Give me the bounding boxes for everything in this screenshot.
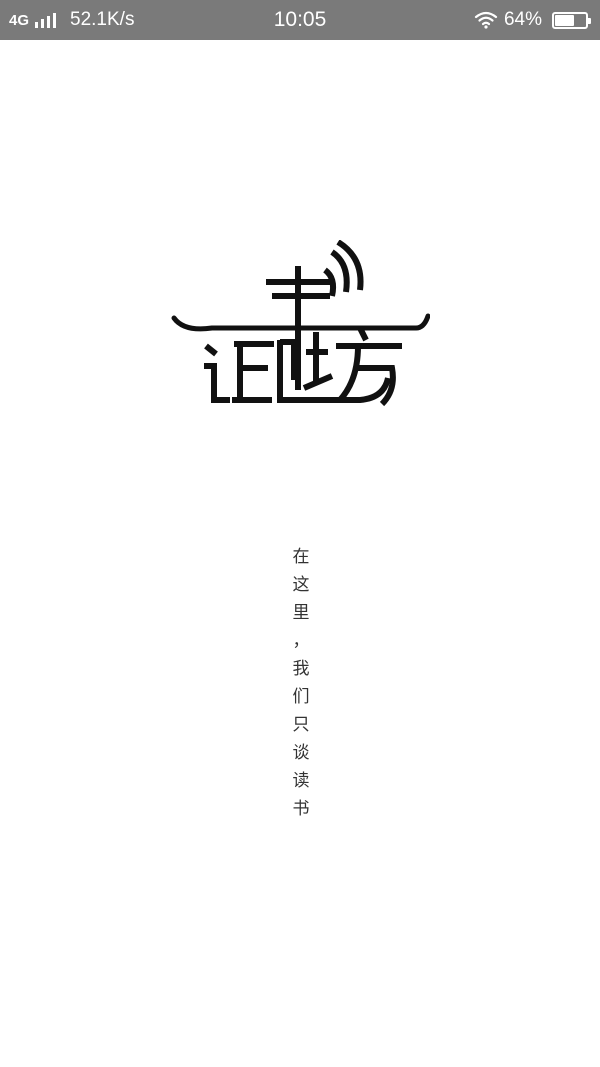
battery-icon xyxy=(552,11,591,29)
status-right: 64% xyxy=(474,0,591,40)
app-logo xyxy=(171,240,430,407)
tagline-char: 在 xyxy=(292,547,310,567)
splash-screen: 4G 52.1K/s 10:05 64% 在 这 里 ， 我 们 只 谈 读 书 xyxy=(0,0,600,1067)
wifi-icon xyxy=(474,11,498,29)
tagline-char: 我 xyxy=(292,659,310,679)
tagline-char: ， xyxy=(292,631,310,651)
battery-percent: 64% xyxy=(503,9,542,30)
tagline-char: 谈 xyxy=(292,743,310,763)
status-bar: 4G 52.1K/s 10:05 64% xyxy=(0,0,600,40)
tagline-char: 读 xyxy=(292,771,310,791)
tagline-char: 书 xyxy=(292,799,310,819)
tagline-char: 们 xyxy=(292,687,310,707)
tagline: 在这里 ， 我们只谈读书 xyxy=(286,543,316,823)
logo-fang xyxy=(302,326,402,407)
battery-fill xyxy=(555,14,575,26)
tagline-char: 只 xyxy=(292,715,310,735)
tagline-char: 里 xyxy=(292,603,310,623)
tagline-char: 这 xyxy=(292,575,310,595)
